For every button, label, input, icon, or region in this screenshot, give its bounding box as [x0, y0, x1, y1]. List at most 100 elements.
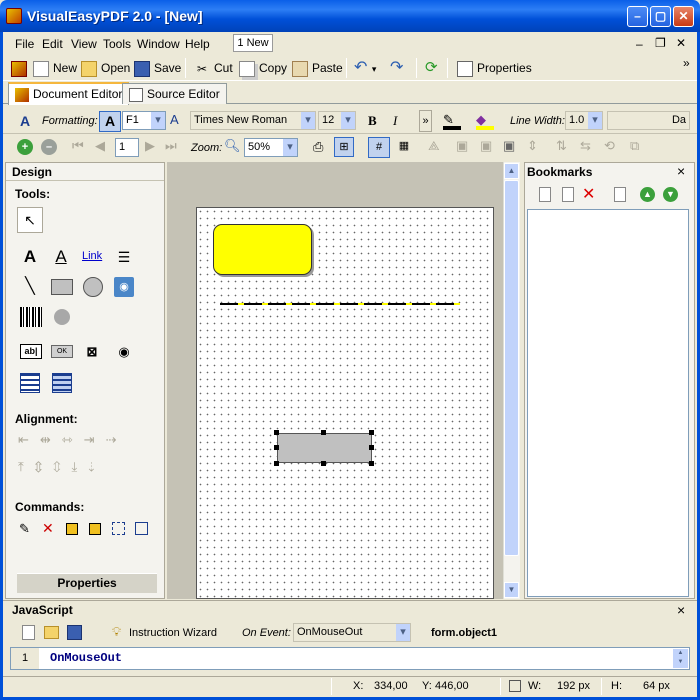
code-scroll-icon[interactable]: ▲ ▼ [673, 649, 688, 668]
ungroup-command-icon[interactable] [135, 522, 148, 535]
pen-color-button[interactable]: ✎ [443, 112, 471, 130]
scroll-up-icon[interactable]: ▲ [504, 163, 519, 179]
prev-page-icon[interactable]: ◀ [95, 138, 105, 154]
text-style-button[interactable]: A [99, 111, 121, 132]
page-setup-icon[interactable]: ⎙ [313, 139, 323, 155]
image-tool3-icon[interactable]: ▣ [503, 138, 515, 154]
image-tool-icon[interactable]: ▣ [456, 138, 468, 154]
toolbar-logo-icon[interactable] [11, 58, 31, 78]
paragraph-tool-icon[interactable]: ☰ [114, 247, 134, 267]
yellow-rounded-rectangle[interactable] [213, 224, 312, 275]
group-icon[interactable]: ⧉ [630, 138, 639, 154]
wizard-icon[interactable]: 💡︎ [112, 624, 121, 640]
delete-command-icon[interactable]: ✕ [42, 520, 54, 537]
undo-icon[interactable]: ↶ ▾ [354, 58, 376, 78]
delete-bookmark-icon[interactable]: ✕ [582, 184, 595, 204]
bold-button[interactable]: B [368, 113, 377, 129]
next-page-icon[interactable]: ▶ [145, 138, 155, 154]
barcode-tool-icon[interactable] [20, 307, 42, 327]
page-number-input[interactable]: 1 [115, 138, 139, 157]
edit-command-icon[interactable]: ✎ [19, 521, 30, 537]
menu-tools[interactable]: Tools [103, 37, 131, 51]
radio-tool-icon[interactable]: ◉ [114, 342, 134, 362]
resize-handle[interactable] [369, 445, 374, 450]
last-page-icon[interactable]: ⏭ [165, 138, 177, 154]
button-tool-icon[interactable]: OK [51, 345, 73, 358]
font-family-select[interactable]: Times New Roman [190, 111, 316, 130]
cut-button[interactable]: ✂ Cut [194, 58, 233, 78]
properties-panel-button[interactable]: Properties [17, 573, 157, 593]
properties-button[interactable]: Properties [457, 58, 532, 78]
open-button[interactable]: Open [81, 58, 130, 78]
bookmarks-list[interactable] [527, 209, 689, 597]
menu-file[interactable]: File [15, 37, 34, 51]
scroll-down-icon[interactable]: ▼ [504, 582, 519, 598]
text-field-tool-icon[interactable]: ab| [20, 344, 42, 359]
image-tool-icon[interactable]: ◉ [114, 277, 134, 297]
group-command-icon[interactable] [112, 522, 125, 535]
javascript-close-icon[interactable]: × [677, 602, 685, 618]
resize-handle[interactable] [274, 461, 279, 466]
instruction-wizard-button[interactable]: Instruction Wizard [129, 627, 217, 639]
align-tool-icon[interactable]: ⟁ [428, 138, 440, 154]
flip-vertical-icon[interactable]: ⇅ [556, 138, 567, 154]
fill-color-button[interactable]: ◆ [476, 112, 504, 130]
toolbar-overflow-icon[interactable]: » [683, 56, 690, 70]
tab-source-editor[interactable]: Source Editor [122, 83, 227, 104]
tab-document-editor[interactable]: Document Editor [8, 82, 130, 105]
rotate-icon[interactable]: ⟲ [604, 138, 615, 154]
new-bookmark-icon[interactable] [539, 187, 551, 202]
font-size-select[interactable]: 12 [318, 111, 356, 130]
style-select[interactable]: F1 [122, 111, 166, 130]
add-page-icon[interactable]: + [17, 139, 33, 155]
combo-box-tool-icon[interactable] [52, 373, 72, 393]
mdi-close-icon[interactable]: ✕ [676, 36, 686, 50]
save-button[interactable]: Save [134, 58, 181, 78]
dash-style-select[interactable]: Da [607, 111, 690, 130]
new-button[interactable]: New [33, 58, 77, 78]
close-button[interactable]: ✕ [673, 6, 694, 27]
zoom-select[interactable]: 50% [244, 138, 298, 157]
new-script-icon[interactable] [22, 625, 35, 640]
pointer-tool-icon[interactable]: ↖ [17, 207, 43, 233]
distribute-icon[interactable]: ⇕ [527, 138, 538, 154]
app-icon[interactable] [6, 8, 22, 24]
save-script-icon[interactable] [67, 625, 82, 640]
maximize-button[interactable]: ▢ [650, 6, 671, 27]
italic-button[interactable]: I [393, 113, 397, 129]
document-window-button[interactable]: 1 New [233, 34, 273, 52]
mdi-minimize-icon[interactable]: – [636, 37, 643, 51]
flip-horizontal-icon[interactable]: ⇆ [580, 138, 591, 154]
scroll-thumb[interactable] [504, 180, 519, 556]
show-grid-icon[interactable]: ▦ [394, 137, 414, 158]
refresh-icon[interactable]: ⟳ [425, 58, 438, 78]
bring-front-icon[interactable] [66, 523, 78, 535]
code-line[interactable]: OnMouseOut [50, 651, 122, 665]
paste-button[interactable]: Paste [292, 58, 343, 78]
move-up-icon[interactable]: ▲ [640, 187, 655, 202]
bookmark-properties-icon[interactable] [614, 187, 626, 202]
menu-help[interactable]: Help [185, 37, 210, 51]
formatting-overflow-icon[interactable]: » [419, 110, 432, 132]
link-tool-icon[interactable]: Link [82, 250, 102, 262]
send-back-icon[interactable] [89, 523, 101, 535]
open-script-icon[interactable] [44, 626, 59, 639]
line-width-select[interactable]: 1.0 [565, 111, 603, 130]
ellipse-tool-icon[interactable] [83, 277, 103, 297]
rectangle-tool-icon[interactable] [51, 279, 73, 295]
menu-window[interactable]: Window [137, 37, 180, 51]
image-tool2-icon[interactable]: ▣ [480, 138, 492, 154]
resize-handle[interactable] [369, 430, 374, 435]
mdi-restore-icon[interactable]: ❐ [655, 36, 666, 50]
text-tool-icon[interactable]: A [20, 247, 40, 267]
snap-grid-icon[interactable]: # [368, 137, 390, 158]
move-down-icon[interactable]: ▼ [663, 187, 678, 202]
menu-edit[interactable]: Edit [42, 37, 63, 51]
resize-handle[interactable] [274, 430, 279, 435]
list-box-tool-icon[interactable] [20, 373, 40, 393]
first-page-icon[interactable]: ⏮ [72, 138, 84, 154]
event-select[interactable]: OnMouseOut [293, 623, 411, 642]
copy-button[interactable]: Copy [239, 58, 287, 78]
checkbox-tool-icon[interactable]: ⊠ [82, 342, 102, 362]
line-tool-icon[interactable]: ╲ [20, 277, 40, 297]
